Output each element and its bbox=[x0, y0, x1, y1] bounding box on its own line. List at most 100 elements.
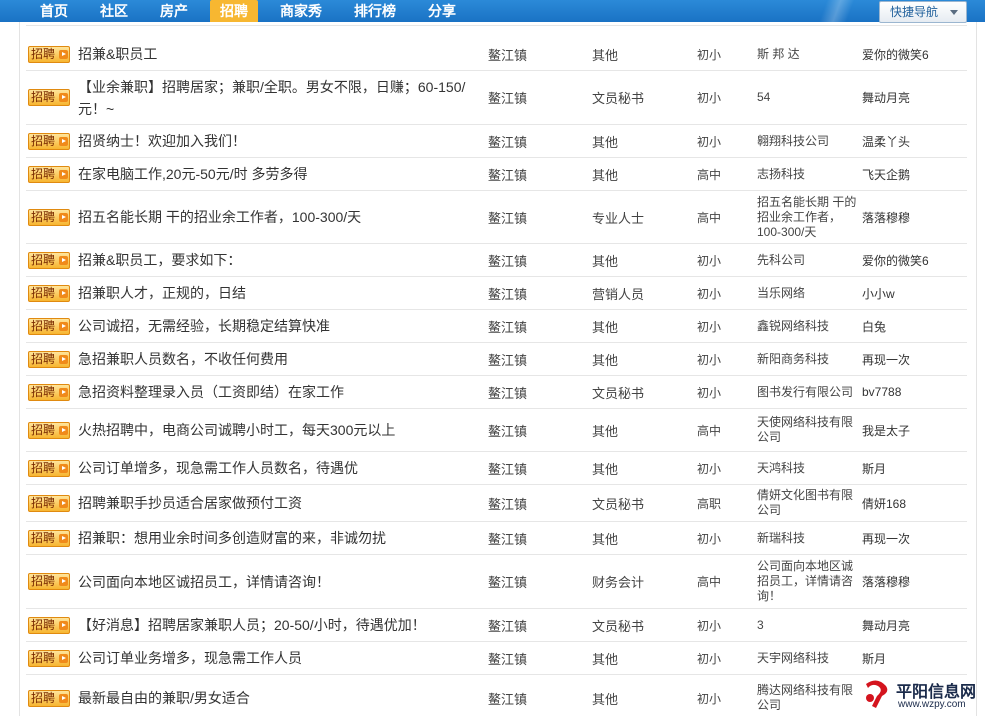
job-title-link[interactable]: 急招资料整理录入员（工资即结）在家工作 bbox=[78, 381, 344, 403]
nav-item[interactable]: 社区 bbox=[90, 0, 138, 22]
recruit-badge[interactable]: 招聘 bbox=[28, 45, 70, 63]
nav-item[interactable]: 首页 bbox=[30, 0, 78, 22]
job-area-cell: 鳌江镇 bbox=[488, 38, 578, 70]
poster-username-link[interactable]: 爱你的微笑6 bbox=[862, 46, 929, 63]
job-education-cell: 初小 bbox=[697, 244, 747, 276]
job-title-link[interactable]: 招兼&职员工，要求如下： bbox=[78, 249, 241, 271]
nav-item[interactable]: 招聘 bbox=[210, 0, 258, 22]
poster-username-link[interactable]: 再现一次 bbox=[862, 530, 910, 547]
site-logo: 平阳信息网 www.wzpy.com bbox=[860, 676, 982, 714]
job-title-link[interactable]: 最新最自由的兼职/男女适合 bbox=[78, 687, 250, 709]
job-title-link[interactable]: 【业余兼职】招聘居家；兼职/全职。男女不限，日赚；60-150/元！~ bbox=[78, 76, 478, 120]
poster-username-link[interactable]: 白兔 bbox=[862, 318, 886, 335]
recruit-badge[interactable]: 招聘 bbox=[28, 208, 70, 226]
recruit-badge[interactable]: 招聘 bbox=[28, 529, 70, 547]
job-title-link[interactable]: 招兼&职员工 bbox=[78, 43, 157, 65]
table-row: 招聘 急招资料整理录入员（工资即结）在家工作 鳌江镇 文员秘书 初小 图书发行有限公司 bv… bbox=[26, 376, 967, 409]
quick-nav-dropdown[interactable]: 快捷导航 bbox=[879, 1, 967, 23]
recruit-badge[interactable]: 招聘 bbox=[28, 649, 70, 667]
poster-username-link[interactable]: 斯月 bbox=[862, 650, 886, 667]
arrow-right-icon bbox=[59, 653, 68, 663]
job-education: 初小 bbox=[697, 651, 722, 666]
job-category: 文员秘书 bbox=[592, 618, 645, 634]
job-title-link[interactable]: 火热招聘中，电商公司诚聘小时工，每天300元以上 bbox=[78, 419, 395, 441]
poster-username-link[interactable]: 爱你的微笑6 bbox=[862, 252, 929, 269]
recruit-badge-label: 招聘 bbox=[31, 650, 56, 665]
job-title-link-cell: 【业余兼职】招聘居家；兼职/全职。男女不限，日赚；60-150/元！~ bbox=[78, 71, 478, 124]
recruit-badge[interactable]: 招聘 bbox=[28, 616, 70, 634]
recruit-badge[interactable]: 招聘 bbox=[28, 421, 70, 439]
table-row: 招聘 【好消息】招聘居家兼职人员；20-50/小时，待遇优加！ 鳌江镇 文员秘书 初小 3… bbox=[26, 609, 967, 642]
badge-cell: 招聘 bbox=[28, 485, 72, 521]
job-category: 其他 bbox=[592, 531, 619, 547]
poster-username-link[interactable]: 落落穆穆 bbox=[862, 209, 910, 226]
job-company: 公司面向本地区诚招员工，详情请咨询！ bbox=[757, 559, 854, 603]
job-title-link[interactable]: 招贤纳士！欢迎加入我们！ bbox=[78, 130, 246, 152]
job-education-cell: 初小 bbox=[697, 675, 747, 716]
main-nav: 首页 社区 房产 招聘 商家秀 排行榜 分享 bbox=[0, 0, 466, 22]
poster-username-link[interactable]: 我是太子 bbox=[862, 422, 910, 439]
recruit-badge[interactable]: 招聘 bbox=[28, 165, 70, 183]
table-row: 招聘 招兼职人才，正规的，日结 鳌江镇 营销人员 初小 当乐网络 小小w bbox=[26, 277, 967, 310]
poster-username-link[interactable]: 舞动月亮 bbox=[862, 617, 910, 634]
recruit-badge-label: 招聘 bbox=[31, 617, 56, 632]
recruit-badge[interactable]: 招聘 bbox=[28, 494, 70, 512]
poster-username-link[interactable]: 温柔丫头 bbox=[862, 133, 910, 150]
job-title-link[interactable]: 【好消息】招聘居家兼职人员；20-50/小时，待遇优加！ bbox=[78, 614, 426, 636]
job-title-link[interactable]: 招兼职人才，正规的，日结 bbox=[78, 282, 246, 304]
job-education: 初小 bbox=[697, 352, 722, 367]
nav-item[interactable]: 排行榜 bbox=[344, 0, 406, 22]
job-education-cell: 初小 bbox=[697, 522, 747, 554]
job-category-cell: 文员秘书 bbox=[592, 71, 687, 124]
job-title-link[interactable]: 公司诚招，无需经验，长期稳定结算快准 bbox=[78, 315, 330, 337]
recruit-badge[interactable]: 招聘 bbox=[28, 573, 70, 590]
recruit-badge[interactable]: 招聘 bbox=[28, 317, 70, 335]
job-title-link[interactable]: 招兼职：想用业余时间多创造财富的来，非诚勿扰 bbox=[78, 527, 386, 549]
job-area: 鳌江镇 bbox=[488, 91, 528, 106]
poster-username-link[interactable]: 小小w bbox=[862, 285, 895, 302]
poster-username-link[interactable]: 舞动月亮 bbox=[862, 89, 910, 106]
poster-username-link[interactable]: 斯月 bbox=[862, 460, 886, 477]
job-category: 其他 bbox=[592, 461, 619, 477]
job-title-link[interactable]: 公司面向本地区诚招员工，详情请咨询！ bbox=[78, 571, 330, 593]
badge-cell: 招聘 bbox=[28, 555, 72, 608]
job-area-cell: 鳌江镇 bbox=[488, 191, 578, 243]
job-company: 天使网络科技有限公司 bbox=[757, 415, 854, 444]
job-area: 鳌江镇 bbox=[488, 531, 528, 547]
poster-username-link[interactable]: 落落穆穆 bbox=[862, 573, 910, 590]
recruit-badge[interactable]: 招聘 bbox=[28, 89, 70, 106]
poster-username-link[interactable]: 飞天企鹅 bbox=[862, 166, 910, 183]
job-title-link[interactable]: 公司订单增多，现急需工作人员数名，待遇优 bbox=[78, 457, 358, 479]
job-title-link[interactable]: 招聘兼职手抄员适合居家做预付工资 bbox=[78, 492, 302, 514]
poster-username-link[interactable]: 再现一次 bbox=[862, 351, 910, 368]
arrow-right-icon bbox=[59, 693, 68, 703]
job-category-cell: 其他 bbox=[592, 343, 687, 375]
recruit-badge[interactable]: 招聘 bbox=[28, 350, 70, 368]
job-category-cell: 其他 bbox=[592, 38, 687, 70]
job-title-link[interactable]: 公司订单业务增多，现急需工作人员 bbox=[78, 647, 302, 669]
recruit-badge[interactable]: 招聘 bbox=[28, 251, 70, 269]
job-title-link[interactable]: 急招兼职人员数名，不收任何费用 bbox=[78, 348, 288, 370]
job-area: 鳌江镇 bbox=[488, 47, 528, 63]
nav-item[interactable]: 分享 bbox=[418, 0, 466, 22]
recruit-badge[interactable]: 招聘 bbox=[28, 689, 70, 707]
job-company-cell: 先科公司 bbox=[757, 244, 857, 276]
job-title-link[interactable]: 在家电脑工作,20元-50元/时 多劳多得 bbox=[78, 163, 307, 185]
job-category-cell: 营销人员 bbox=[592, 277, 687, 309]
table-row: 招聘 公司诚招，无需经验，长期稳定结算快准 鳌江镇 其他 初小 鑫锐网络科技 白兔 bbox=[26, 310, 967, 343]
nav-item[interactable]: 房产 bbox=[150, 0, 198, 22]
nav-item[interactable]: 商家秀 bbox=[270, 0, 332, 22]
recruit-badge[interactable]: 招聘 bbox=[28, 284, 70, 302]
job-title-link-cell: 公司订单业务增多，现急需工作人员 bbox=[78, 642, 478, 674]
poster-username-link[interactable]: bv7788 bbox=[862, 385, 901, 399]
recruit-badge[interactable]: 招聘 bbox=[28, 132, 70, 150]
recruit-badge[interactable]: 招聘 bbox=[28, 383, 70, 401]
job-education-cell: 初小 bbox=[697, 452, 747, 484]
poster-username-link-cell: 小小w bbox=[862, 277, 962, 309]
job-company-cell: 当乐网络 bbox=[757, 277, 857, 309]
recruit-badge[interactable]: 招聘 bbox=[28, 459, 70, 477]
job-category-cell: 文员秘书 bbox=[592, 376, 687, 408]
job-title-link[interactable]: 招五名能长期 干的招业余工作者，100-300/天 bbox=[78, 206, 361, 228]
job-company-cell: 3 bbox=[757, 609, 857, 641]
poster-username-link[interactable]: 倩妍168 bbox=[862, 495, 906, 512]
